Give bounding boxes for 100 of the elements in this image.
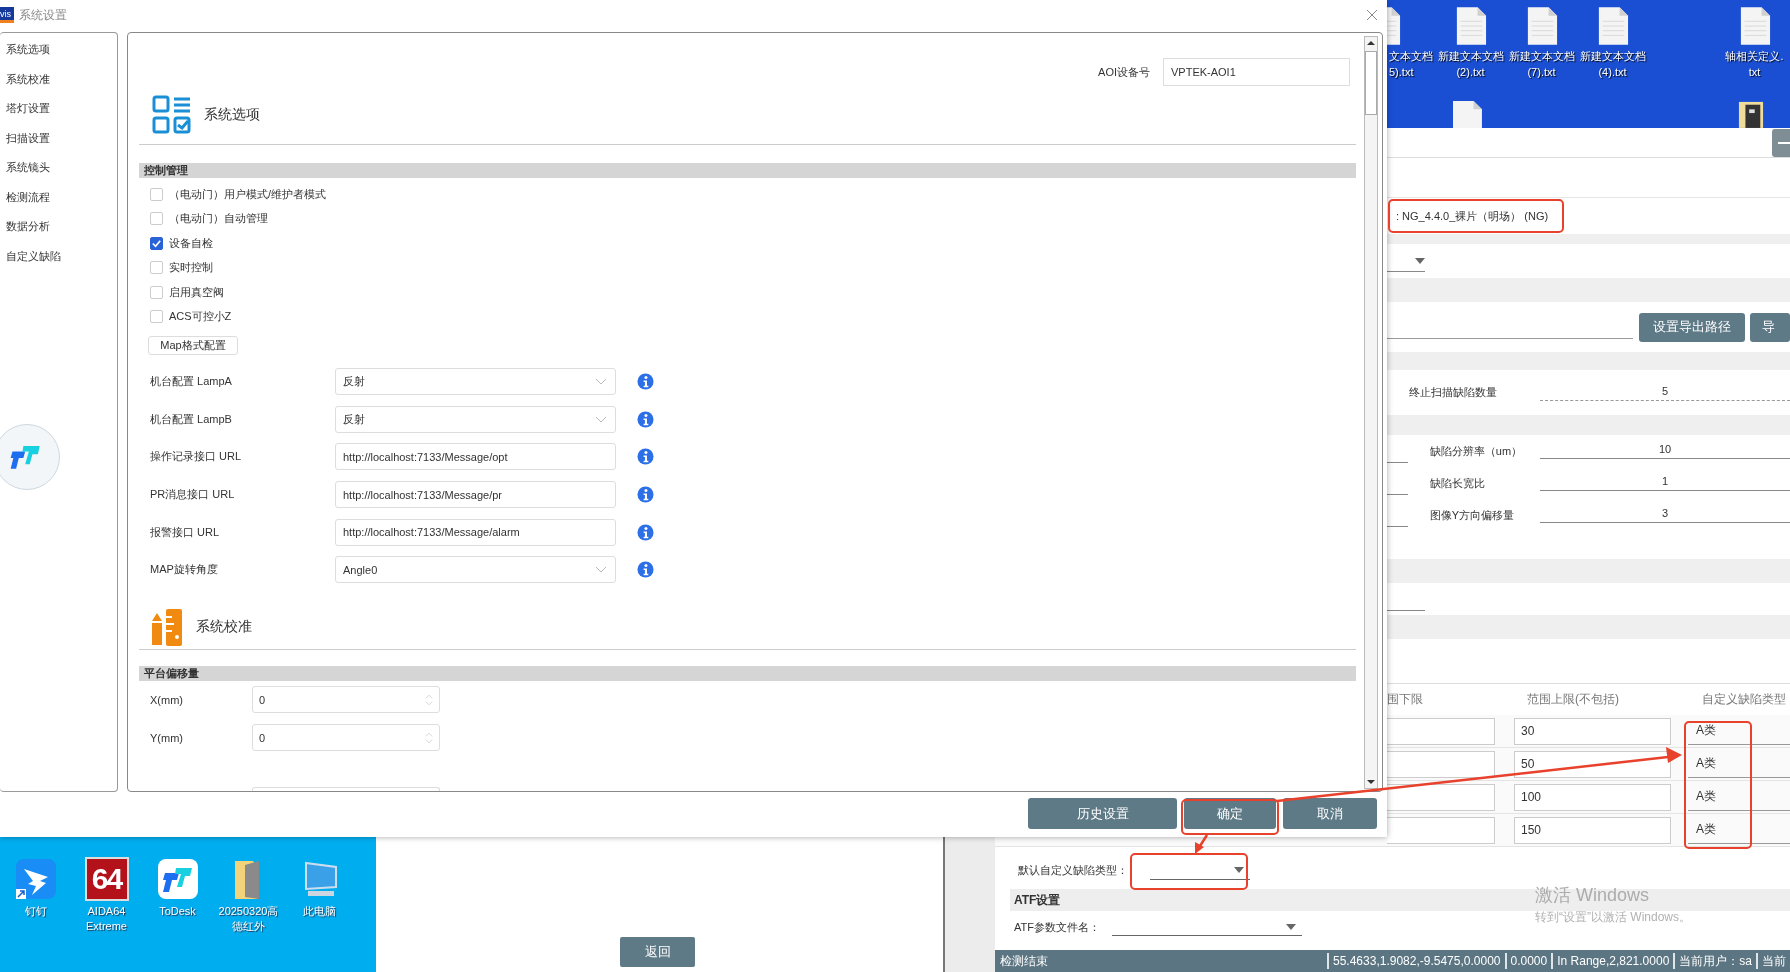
field-label: 操作记录接口 URL (149, 449, 243, 465)
export-button[interactable]: 设置导出路径 (1639, 312, 1746, 342)
chevron-icon (595, 566, 607, 574)
image-file-icon[interactable] (1738, 100, 1764, 128)
text-file-icon[interactable] (1451, 100, 1483, 128)
text-field[interactable]: http://localhost:7133/Message/opt (335, 443, 616, 471)
export-button[interactable]: 导 (1750, 312, 1790, 342)
spinner-icon (425, 730, 433, 745)
checklist-icon (152, 95, 192, 135)
checkbox-label[interactable]: 启用真空阀 (169, 284, 224, 300)
text-field[interactable]: VPTEK-AOI1 (1163, 58, 1350, 86)
minimize-button[interactable] (1772, 128, 1790, 157)
param-label: 图像Y方向偏移量 (1429, 507, 1516, 523)
type-dropdown[interactable]: A类 (1688, 783, 1790, 811)
status-text: 当前 (1756, 953, 1790, 969)
sidebar-item[interactable]: 系统选项 (0, 35, 117, 65)
sidebar-item[interactable]: 系统校准 (0, 64, 117, 94)
status-text: 检测结束 (999, 952, 1049, 970)
sidebar-item[interactable]: 扫描设置 (0, 123, 117, 153)
text-file-icon[interactable] (1738, 6, 1771, 46)
field-label: ATF参数文件名： (1014, 919, 1100, 935)
text-file-icon[interactable] (1525, 6, 1558, 46)
caret-icon[interactable] (1415, 257, 1425, 264)
info-icon[interactable] (637, 410, 654, 428)
type-dropdown[interactable]: A类 (1688, 750, 1790, 778)
activation-hint: 转到“设置”以激活 Windows。 (1535, 909, 1691, 926)
field-label: AOI设备号 (1098, 64, 1150, 80)
status-text: 0.0000 (1504, 953, 1552, 969)
file-name[interactable]: 文本文档 5).txt (1389, 48, 1433, 80)
info-icon[interactable] (637, 486, 654, 504)
checkbox[interactable] (150, 236, 163, 250)
param-label: 终止扫描缺陷数量 (1409, 385, 1498, 400)
caret-icon (1234, 867, 1244, 873)
spinner-icon (425, 692, 433, 707)
text-file-icon[interactable] (1596, 6, 1629, 46)
app-logo: vis (0, 7, 14, 23)
type-dropdown[interactable]: A类 (1688, 717, 1790, 745)
app-icon[interactable] (155, 857, 200, 901)
field-label: 机台配置 LampB (149, 411, 233, 427)
close-icon[interactable] (1367, 10, 1377, 20)
sidebar-item[interactable]: 检测流程 (0, 182, 117, 212)
number-field[interactable]: 1 (1540, 475, 1790, 491)
checkbox-label[interactable]: ACS可控小Z (169, 309, 232, 325)
checkbox-label[interactable]: （电动门）自动管理 (169, 211, 268, 227)
dialog-button[interactable]: 确定 (1184, 798, 1276, 829)
field-label: 报警接口 URL (149, 524, 221, 540)
sidebar-item[interactable]: 塔灯设置 (0, 94, 117, 124)
info-icon[interactable] (637, 561, 654, 579)
wing-app-icon[interactable] (13, 857, 58, 901)
field-label: MAP旋转角度 (149, 562, 219, 578)
number-field[interactable]: 150 (1514, 816, 1671, 844)
column-header: 范围上限(不包括) (1527, 691, 1620, 708)
sidebar-item[interactable]: 系统镜头 (0, 153, 117, 183)
number-field[interactable]: 5 (1540, 384, 1790, 401)
checkbox-label[interactable]: 设备自检 (169, 235, 213, 251)
number-field[interactable]: 100 (1514, 783, 1671, 811)
sidebar-item[interactable]: 数据分析 (0, 212, 117, 242)
text-field[interactable]: http://localhost:7133/Message/pr (335, 481, 616, 509)
number-field[interactable]: 10 (1540, 443, 1790, 459)
group-header: 平台偏移量 (139, 665, 1356, 681)
scrollbar[interactable] (1364, 36, 1378, 789)
number-field[interactable]: 0 (252, 686, 440, 714)
type-dropdown[interactable]: A类 (1688, 816, 1790, 844)
map-format-button[interactable]: Map格式配置 (148, 336, 238, 355)
param-label: 缺陷长宽比 (1429, 475, 1486, 491)
back-button[interactable]: 返回 (620, 937, 695, 967)
number-field[interactable]: 50 (1514, 750, 1671, 778)
activation-title: 激活 Windows (1535, 884, 1651, 907)
number-field[interactable]: 30 (1514, 717, 1671, 745)
checkbox-label[interactable]: 实时控制 (169, 260, 213, 276)
info-icon[interactable] (637, 523, 654, 541)
scroll-thumb[interactable] (1365, 51, 1377, 115)
dialog-button[interactable]: 取消 (1283, 798, 1377, 829)
section-title: 系统校准 (196, 617, 252, 636)
info-icon[interactable] (637, 448, 654, 466)
file-name[interactable]: 新建文本文档 (7).txt (1508, 48, 1575, 80)
minus-icon (1778, 141, 1790, 144)
select-field[interactable]: Angle0 (335, 556, 616, 584)
file-name[interactable]: 新建文本文档 (4).txt (1579, 48, 1646, 80)
number-field[interactable]: 0 (252, 724, 440, 752)
chevron-icon (595, 415, 607, 423)
text-file-icon[interactable] (1454, 6, 1487, 46)
file-name[interactable]: 轴相关定义. txt (1725, 48, 1784, 80)
sidebar-item[interactable]: 自定义缺陷 (0, 241, 117, 271)
file-name[interactable]: 新建文本文档 (2).txt (1437, 48, 1504, 80)
select-field[interactable]: 反射 (335, 368, 616, 396)
app-icon[interactable]: 64 (84, 857, 129, 901)
info-icon[interactable] (637, 373, 654, 391)
number-field[interactable]: 3 (1540, 507, 1790, 523)
section-title: 系统选项 (204, 106, 260, 124)
select-field[interactable]: 反射 (335, 405, 616, 433)
dialog-button[interactable]: 历史设置 (1028, 798, 1177, 829)
caret-icon (1285, 923, 1296, 930)
text-field[interactable]: http://localhost:7133/Message/alarm (335, 518, 616, 546)
status-text: In Range,2,821.0000 (1551, 953, 1674, 969)
group-header: 控制管理 (139, 163, 1356, 178)
checkbox-label[interactable]: （电动门）用户模式/维护者模式 (169, 186, 327, 202)
recipe-name: : NG_4.4.0_裸片（明场） (NG) (1396, 208, 1549, 224)
status-text: 55.4633,1.9082,-9.5475,0.0000 (1327, 953, 1505, 969)
annotation-arrow (1195, 834, 1209, 854)
